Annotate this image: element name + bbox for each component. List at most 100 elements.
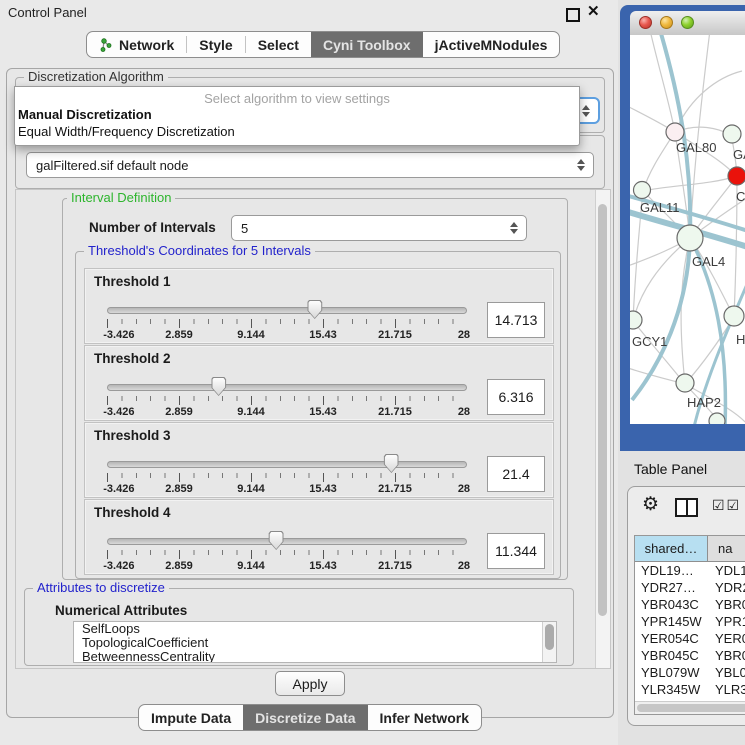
node-label: HAP2 — [687, 395, 721, 410]
cell[interactable]: YLR3 — [707, 682, 745, 697]
cell[interactable]: YBR0 — [707, 648, 745, 663]
table-horizontal-scrollbar[interactable] — [635, 701, 745, 714]
minimize-button[interactable] — [660, 16, 673, 29]
checkbox-icons[interactable]: ☑☑ — [712, 497, 741, 514]
interval-definition-group: Interval Definition Number of Intervals … — [62, 198, 568, 580]
cell[interactable]: YDL19… — [635, 563, 707, 578]
cell[interactable]: YLR345W — [635, 682, 707, 697]
table-row[interactable]: YDL19…YDL1 — [635, 562, 745, 579]
threshold-2-value-field[interactable]: 6.316 — [487, 379, 545, 415]
control-panel: Control Panel ✕ Network Style — [0, 0, 618, 745]
split-column-icon[interactable] — [675, 498, 698, 517]
tab-cyni-toolbox[interactable]: Cyni Toolbox — [311, 32, 423, 57]
node-gal11[interactable] — [634, 182, 651, 199]
cell[interactable]: YBR043C — [635, 597, 707, 612]
cell[interactable]: YBR045C — [635, 648, 707, 663]
right-column: GAL80 GA C GAL11 GAL4 GCY1 H HAP2 Table … — [618, 0, 745, 745]
cell[interactable]: YBL0 — [707, 665, 745, 680]
scrollbar-thumb[interactable] — [545, 624, 554, 650]
tick-label: 15.43 — [309, 406, 337, 418]
numerical-attributes-label: Numerical Attributes — [55, 603, 187, 618]
float-window-icon[interactable] — [566, 8, 580, 22]
tick-label: 21.715 — [378, 560, 412, 572]
tick-label: -3.426 — [103, 329, 134, 341]
thresholds-group: Threshold's Coordinates for 5 Intervals … — [75, 251, 561, 579]
node-bottom[interactable] — [709, 413, 725, 424]
threshold-3-value-field[interactable]: 21.4 — [487, 456, 545, 492]
threshold-panel-4: Threshold 4 -3.426 2.859 9.144 15.43 — [84, 499, 554, 575]
threshold-1-slider-thumb[interactable] — [307, 300, 322, 319]
table-row[interactable]: YDR27…YDR2 — [635, 579, 745, 596]
tick-label: -3.426 — [103, 560, 134, 572]
node-gcy1[interactable] — [630, 311, 642, 329]
threshold-3-label: Threshold 3 — [94, 428, 171, 443]
cell[interactable]: YDL1 — [707, 563, 745, 578]
tab-infer-network[interactable]: Infer Network — [368, 705, 481, 730]
cell[interactable]: YBL079W — [635, 665, 707, 680]
tab-discretize-data[interactable]: Discretize Data — [243, 705, 367, 730]
cell[interactable]: YDR2 — [707, 580, 745, 595]
number-of-intervals-combobox[interactable]: 5 — [231, 215, 527, 241]
gear-icon[interactable]: ⚙ — [642, 495, 659, 514]
tick-label: 28 — [458, 406, 470, 418]
node-gal4[interactable] — [677, 225, 703, 251]
tab-select[interactable]: Select — [246, 32, 311, 57]
table-data-combobox[interactable]: galFiltered.sif default node — [26, 152, 594, 178]
tick-label: 28 — [458, 560, 470, 572]
table-row[interactable]: YLR345WYLR3 — [635, 681, 745, 698]
network-canvas[interactable]: GAL80 GA C GAL11 GAL4 GCY1 H HAP2 — [630, 35, 745, 424]
node-table: shared… na YDL19…YDL1 YDR27…YDR2 YBR043C… — [634, 535, 745, 715]
settings-vertical-scrollbar[interactable] — [595, 190, 610, 668]
network-window-titlebar[interactable] — [630, 11, 745, 36]
cell[interactable]: YER054C — [635, 631, 707, 646]
attributes-group-title: Attributes to discretize — [33, 581, 169, 595]
list-item[interactable]: BetweennessCentrality — [74, 650, 556, 663]
tab-impute-data[interactable]: Impute Data — [139, 705, 243, 730]
cell[interactable]: YBR0 — [707, 597, 745, 612]
zoom-button[interactable] — [681, 16, 694, 29]
table-row[interactable]: YBL079WYBL0 — [635, 664, 745, 681]
cell[interactable]: YER0 — [707, 631, 745, 646]
node-top-right[interactable] — [723, 125, 741, 143]
popup-option-manual-discretization[interactable]: Manual Discretization — [15, 106, 579, 123]
popup-option-equal-width-frequency[interactable]: Equal Width/Frequency Discretization — [15, 123, 579, 140]
table-row[interactable]: YBR045CYBR0 — [635, 647, 745, 664]
node-hap2[interactable] — [676, 374, 694, 392]
tick-label: -3.426 — [103, 483, 134, 495]
network-window[interactable]: GAL80 GA C GAL11 GAL4 GCY1 H HAP2 — [620, 5, 745, 451]
cell[interactable]: YDR27… — [635, 580, 707, 595]
threshold-1-value-field[interactable]: 14.713 — [487, 302, 545, 338]
table-row[interactable]: YPR145WYPR1 — [635, 613, 745, 630]
network-graph: GAL80 GA C GAL11 GAL4 GCY1 H HAP2 — [630, 35, 745, 424]
node-h[interactable] — [724, 306, 744, 326]
scrollbar-thumb[interactable] — [637, 704, 745, 712]
close-icon[interactable]: ✕ — [587, 4, 600, 19]
apply-button[interactable]: Apply — [275, 671, 345, 696]
tab-style[interactable]: Style — [187, 32, 244, 57]
table-row[interactable]: YBR043CYBR0 — [635, 596, 745, 613]
list-vertical-scrollbar[interactable] — [542, 622, 556, 662]
close-button[interactable] — [639, 16, 652, 29]
tab-select-label: Select — [258, 37, 299, 53]
threshold-4-label: Threshold 4 — [94, 505, 171, 520]
tab-jactivemnodules[interactable]: jActiveMNodules — [423, 32, 560, 57]
cell[interactable]: YPR145W — [635, 614, 707, 629]
threshold-4-slider-thumb[interactable] — [269, 531, 284, 550]
column-header-name[interactable]: na — [708, 536, 745, 561]
table-row[interactable]: YER054CYER0 — [635, 630, 745, 647]
list-item[interactable]: TopologicalCoefficient — [74, 636, 556, 650]
tab-network[interactable]: Network — [87, 32, 186, 57]
numerical-attributes-list[interactable]: SelfLoops TopologicalCoefficient Between… — [73, 621, 557, 663]
column-header-shared-name[interactable]: shared… — [635, 536, 708, 561]
cell[interactable]: YPR1 — [707, 614, 745, 629]
threshold-1-scale: -3.426 2.859 9.144 15.43 21.715 28 — [107, 329, 467, 341]
threshold-3-slider-thumb[interactable] — [384, 454, 399, 473]
threshold-4-value-field[interactable]: 11.344 — [487, 533, 545, 569]
threshold-4-tick-marks — [107, 550, 467, 559]
list-item[interactable]: SelfLoops — [74, 622, 556, 636]
node-red[interactable] — [728, 167, 745, 185]
node-gal80[interactable] — [666, 123, 684, 141]
threshold-panel-3: Threshold 3 -3.426 2.859 9.144 15.43 — [84, 422, 554, 498]
threshold-2-slider-thumb[interactable] — [211, 377, 226, 396]
scrollbar-thumb[interactable] — [598, 204, 607, 616]
